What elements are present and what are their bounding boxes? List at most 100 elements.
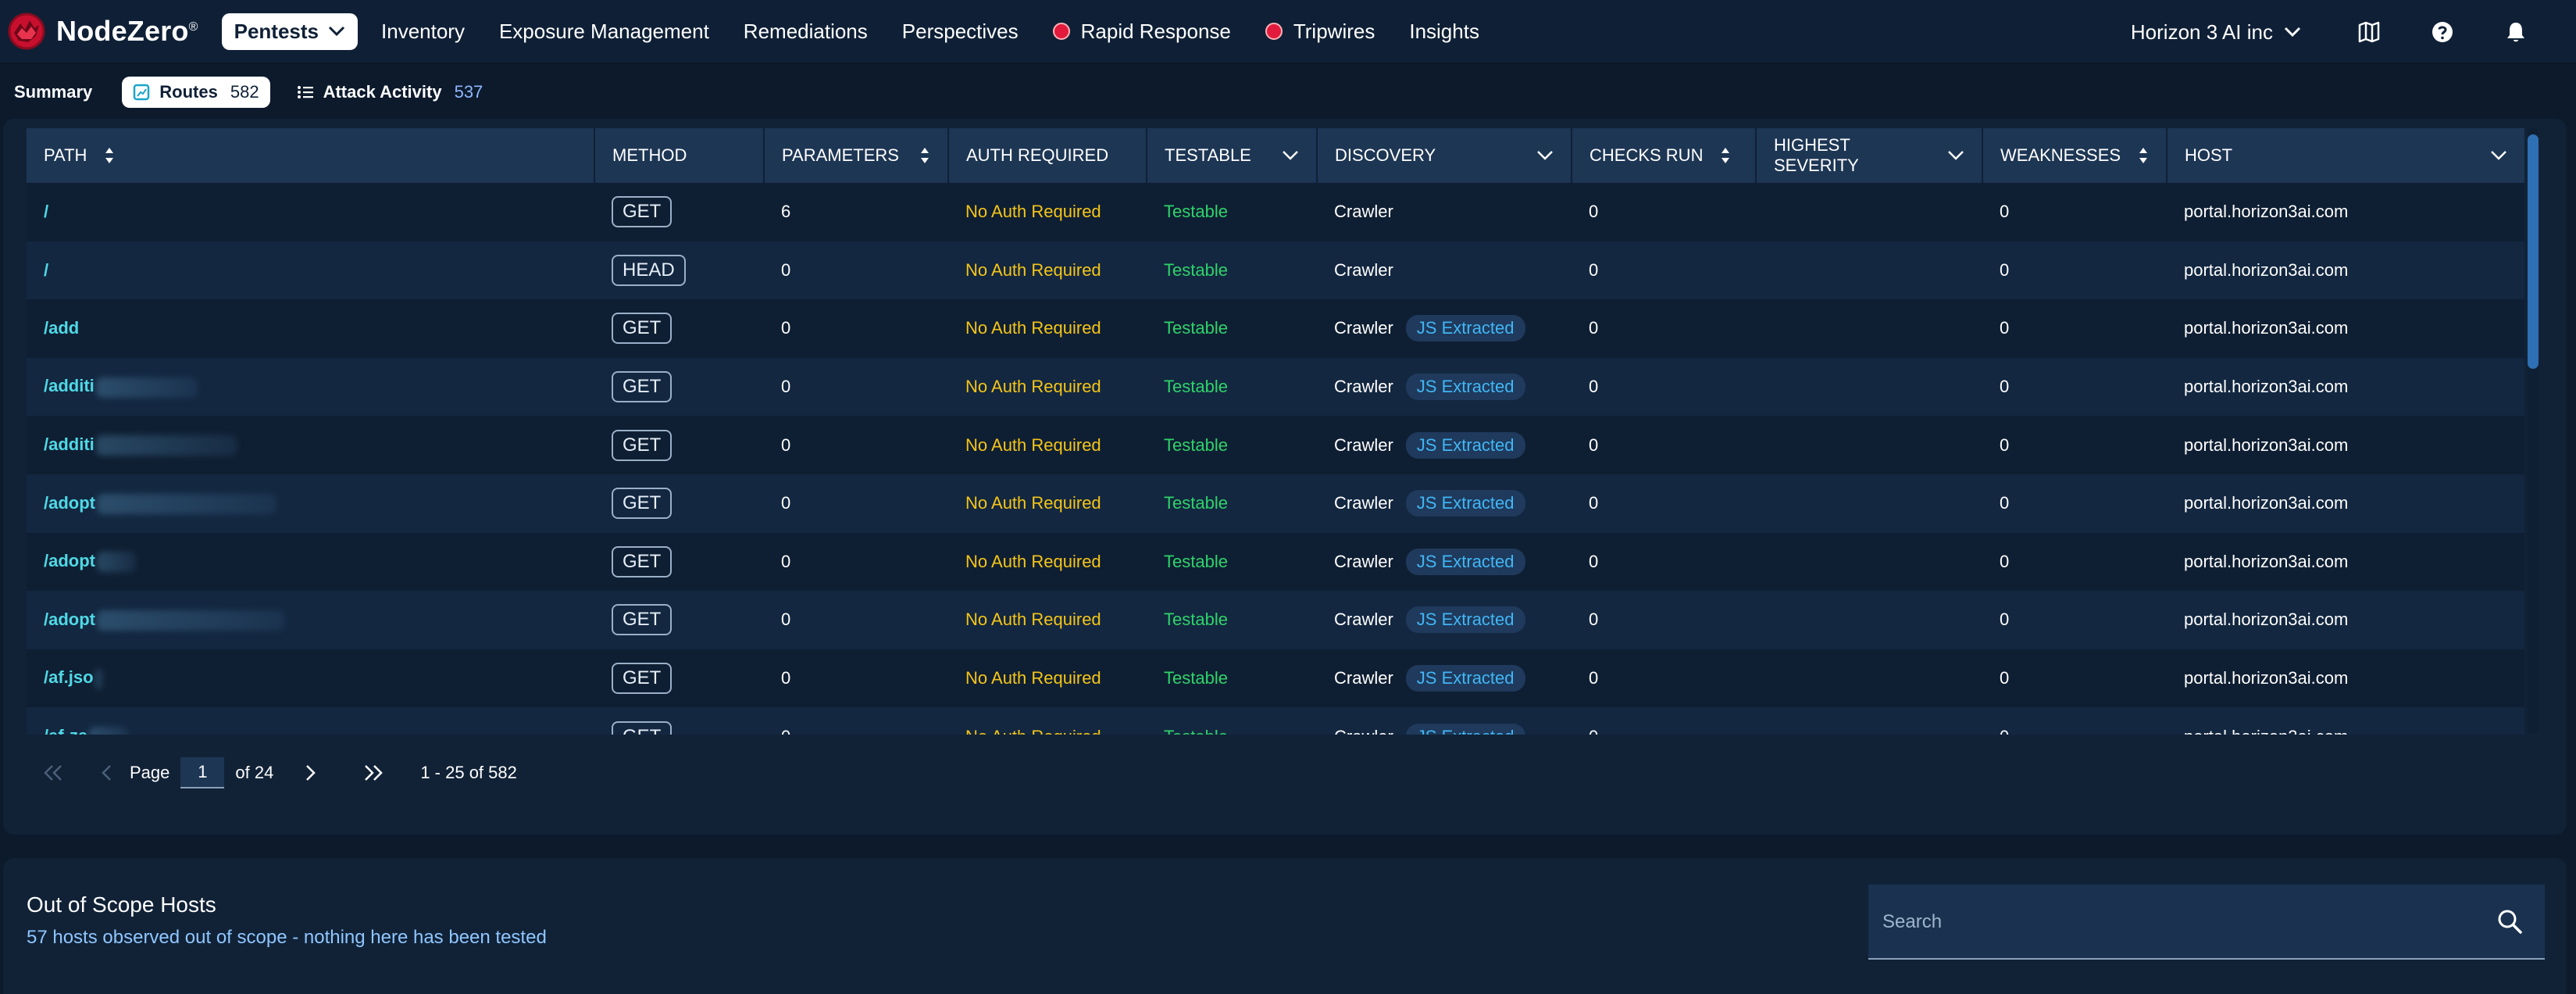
route-path: /af-za (27, 707, 594, 735)
js-extracted-badge: JS Extracted (1405, 606, 1525, 634)
routes-table-container[interactable]: PATH METHOD PARAMETERS AUTH REQUIRED TES… (27, 128, 2524, 735)
table-row[interactable]: / HEAD 0 No Auth Required Testable Crawler 0 0 p… (27, 241, 2524, 300)
nav-rapid-response-label: Rapid Response (1080, 19, 1231, 43)
help-icon[interactable] (2429, 19, 2456, 45)
method-badge: GET (612, 488, 673, 520)
header-highest-severity[interactable]: HIGHEST SEVERITY (1756, 128, 1983, 183)
table-row[interactable]: /adopt GET 0 No Auth Required Testable Crawle… (27, 474, 2524, 533)
route-method: GET (594, 416, 764, 474)
org-selector[interactable]: Horizon 3 AI inc (2131, 20, 2301, 45)
route-discovery: Crawler (1317, 183, 1572, 241)
table-row[interactable]: /adopt GET 0 No Auth Required Testable Crawle… (27, 532, 2524, 592)
header-parameters-label: PARAMETERS (782, 145, 899, 165)
route-auth-required: No Auth Required (965, 493, 1101, 513)
route-testable: Testable (1164, 610, 1228, 630)
route-path-text[interactable]: / (44, 202, 48, 221)
route-path-text[interactable]: /add (44, 318, 79, 338)
nav-inventory[interactable]: Inventory (381, 20, 465, 44)
tab-routes[interactable]: Routes 582 (122, 77, 270, 108)
method-badge: GET (612, 663, 673, 695)
page-range: 1 - 25 of 582 (420, 763, 517, 782)
header-host-label: HOST (2185, 145, 2233, 165)
route-highest-severity (1756, 241, 1982, 300)
nav-tripwires[interactable]: Tripwires (1265, 20, 1375, 44)
route-path-text[interactable]: /additi (44, 376, 95, 395)
route-path-text[interactable]: /af.jso (44, 667, 94, 687)
table-scrollbar[interactable] (2528, 128, 2539, 735)
route-highest-severity (1756, 474, 1982, 533)
table-row[interactable]: /additi GET 0 No Auth Required Testable Crawl… (27, 357, 2524, 417)
header-parameters[interactable]: PARAMETERS (764, 128, 949, 183)
route-weaknesses: 0 (2000, 202, 2010, 222)
page-number-input[interactable] (180, 757, 225, 788)
next-page-button[interactable] (295, 757, 326, 788)
route-highest-severity (1756, 707, 1982, 735)
route-checks-run: 0 (1589, 259, 1599, 280)
method-badge: GET (612, 545, 673, 577)
route-checks-run: 0 (1589, 318, 1599, 338)
route-checks-run: 0 (1589, 551, 1599, 571)
header-severity-label: HIGHEST SEVERITY (1774, 135, 1859, 175)
out-of-scope-search (1868, 885, 2545, 960)
out-of-scope-card: Out of Scope Hosts 57 hosts observed out… (3, 858, 2567, 994)
last-page-button[interactable] (358, 757, 389, 788)
nav-perspectives[interactable]: Perspectives (902, 20, 1019, 44)
route-path-text[interactable]: / (44, 260, 48, 280)
header-discovery-label: DISCOVERY (1335, 145, 1436, 165)
scrollbar-thumb[interactable] (2528, 134, 2539, 369)
route-path-text[interactable]: /adopt (44, 493, 95, 513)
table-row[interactable]: /af-zaGET0No Auth RequiredTestableCrawle… (27, 707, 2524, 735)
nav-remediations[interactable]: Remediations (744, 20, 868, 44)
route-host: portal.horizon3ai.com (2167, 707, 2524, 735)
table-row[interactable]: /additi GET 0 No Auth Required Testable Crawl… (27, 416, 2524, 474)
route-path: /af.jso (27, 649, 594, 708)
out-of-scope-subtitle: 57 hosts observed out of scope - nothing… (27, 927, 547, 948)
header-discovery[interactable]: DISCOVERY (1317, 128, 1572, 183)
route-weaknesses: 0 (2000, 259, 2010, 280)
route-parameters: 0 (781, 377, 791, 397)
bell-icon[interactable] (2503, 19, 2529, 45)
chevron-down-icon (1283, 151, 1298, 160)
route-host: portal.horizon3ai.com (2184, 610, 2349, 630)
redacted-path-segment (97, 493, 277, 514)
tab-summary[interactable]: Summary (14, 82, 92, 102)
nav-insights[interactable]: Insights (1409, 20, 1479, 44)
route-path-text[interactable]: /adopt (44, 610, 95, 629)
route-testable: Testable (1164, 551, 1228, 571)
table-row[interactable]: / GET 6 No Auth Required Testable Crawler 0 0 po… (27, 183, 2524, 241)
route-parameters: 0 (781, 668, 791, 688)
search-icon[interactable] (2496, 908, 2523, 935)
route-method: GET (594, 591, 764, 649)
first-page-button[interactable] (37, 757, 69, 788)
route-testable: Testable (1164, 434, 1228, 455)
nav-exposure-management[interactable]: Exposure Management (499, 20, 709, 44)
nav-pentests-dropdown[interactable]: Pentests (221, 13, 359, 50)
header-path-label: PATH (44, 145, 87, 165)
tab-attack-activity-count: 537 (454, 82, 483, 102)
routes-card: PATH METHOD PARAMETERS AUTH REQUIRED TES… (3, 119, 2567, 835)
header-path[interactable]: PATH (27, 128, 595, 183)
route-auth-required: No Auth Required (965, 259, 1101, 280)
map-icon[interactable] (2356, 19, 2382, 45)
discovery-method: Crawler (1334, 610, 1393, 630)
search-input[interactable] (1881, 885, 2478, 960)
tab-attack-activity[interactable]: Attack Activity 537 (297, 82, 483, 102)
table-row[interactable]: /adopt GET 0 No Auth Required Testable Crawle… (27, 591, 2524, 649)
route-parameters: 0 (781, 318, 791, 338)
header-testable[interactable]: TESTABLE (1147, 128, 1318, 183)
header-checks-run[interactable]: CHECKS RUN (1572, 128, 1757, 183)
brand-logo[interactable]: NodeZero® (5, 9, 198, 53)
nav-rapid-response[interactable]: Rapid Response (1052, 19, 1231, 44)
previous-page-button[interactable] (91, 757, 122, 788)
header-host[interactable]: HOST (2167, 128, 2524, 183)
table-row[interactable]: /af.jso GET 0 No Auth Required Testable Crawl… (27, 649, 2524, 708)
table-row[interactable]: /add GET 0 No Auth Required Testable Crawler J… (27, 299, 2524, 358)
route-path-text[interactable]: /adopt (44, 551, 95, 570)
route-path-text[interactable]: /af-za (44, 726, 87, 735)
route-weaknesses: 0 (2000, 377, 2010, 397)
route-path-text[interactable]: /additi (44, 434, 95, 454)
route-parameters: 6 (781, 202, 791, 222)
route-checks-run: 0 (1589, 610, 1599, 630)
header-weaknesses[interactable]: WEAKNESSES (1982, 128, 2167, 183)
discovery-method: Crawler (1334, 434, 1393, 455)
